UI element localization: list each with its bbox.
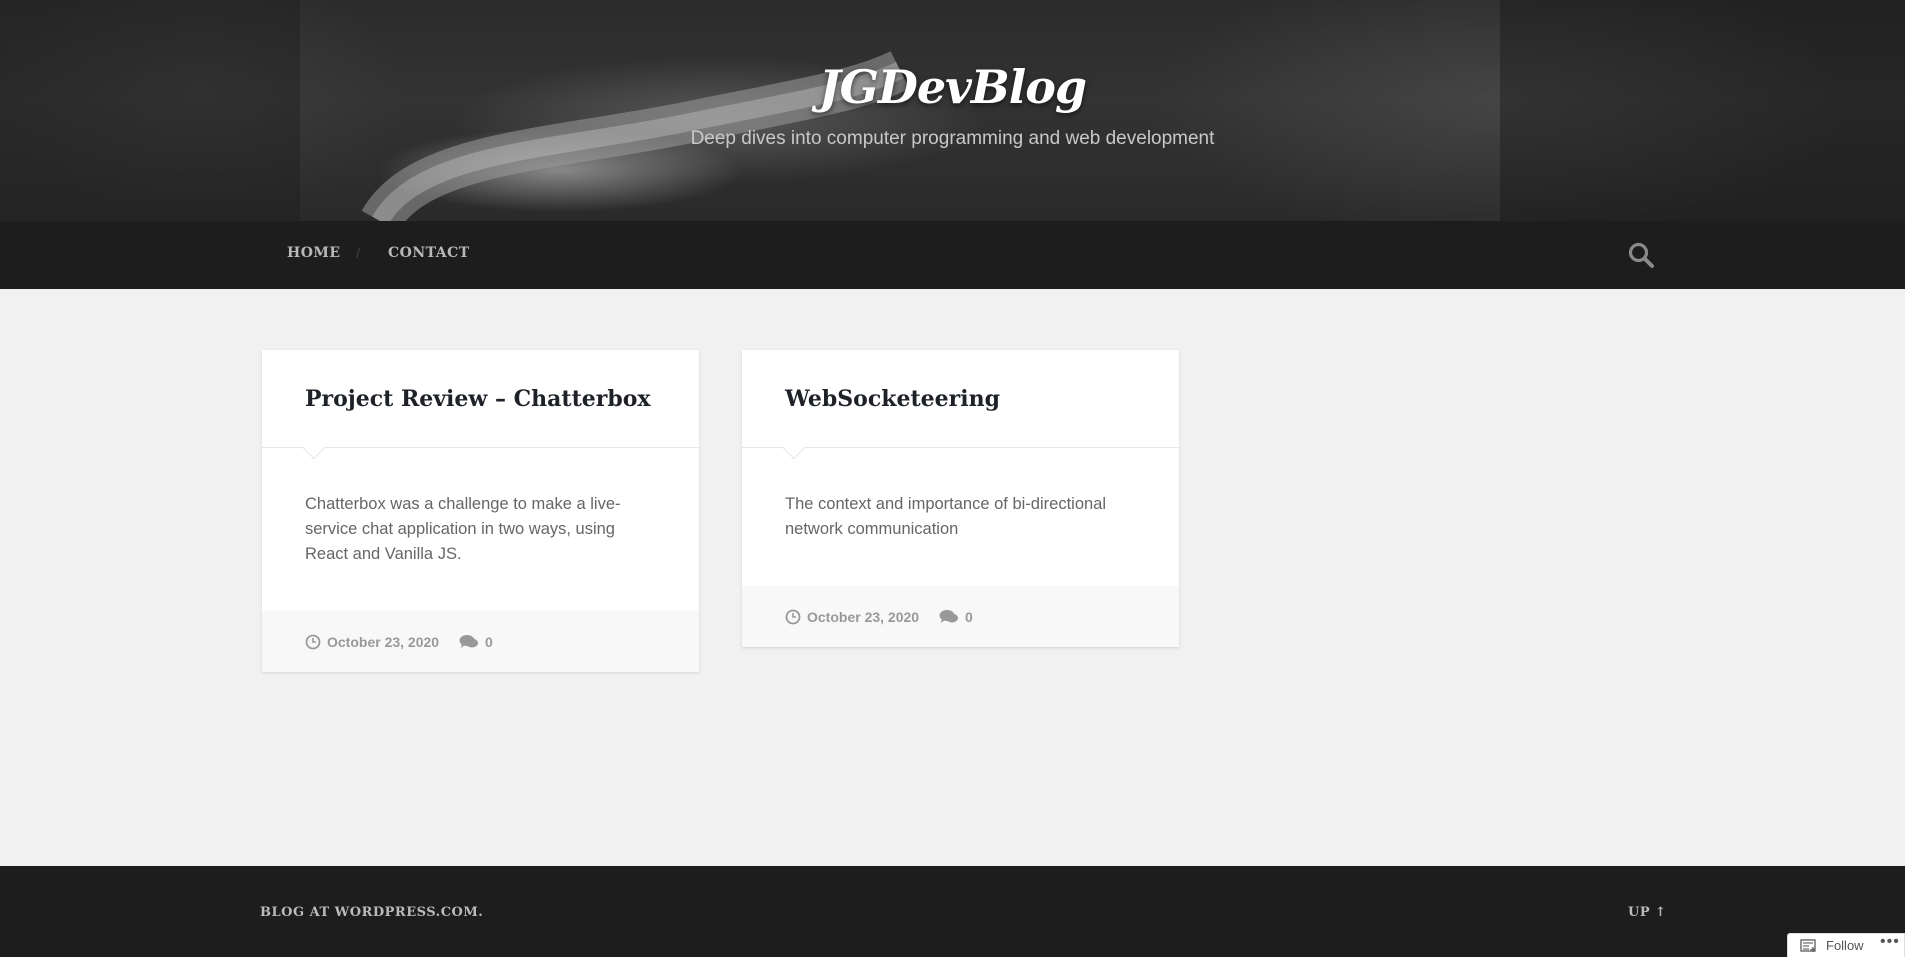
post-title-area: WebSocketeering [742, 350, 1179, 460]
post-date-link[interactable]: October 23, 2020 [305, 634, 439, 650]
nav-item-home[interactable]: HOME [287, 245, 341, 261]
post-comments-link[interactable]: 0 [459, 634, 493, 650]
search-icon [1628, 242, 1654, 268]
post-title[interactable]: WebSocketeering [785, 386, 1179, 412]
post-title-area: Project Review – Chatterbox [262, 350, 699, 460]
reader-icon [1800, 938, 1816, 952]
back-to-top-link[interactable]: UP ↑ [1628, 905, 1667, 920]
site-description: Deep dives into computer programming and… [690, 128, 1215, 149]
comments-icon [939, 610, 958, 623]
follow-label: Follow [1826, 938, 1864, 953]
clock-icon [305, 634, 321, 650]
nav-separator: / [356, 245, 360, 261]
main-navigation: HOME / CONTACT [0, 221, 1905, 289]
site-header: JGDevBlog Deep dives into computer progr… [0, 0, 1905, 221]
post-date: October 23, 2020 [327, 634, 440, 650]
post-meta: October 23, 2020 0 [742, 586, 1179, 647]
post-meta: October 23, 2020 0 [262, 611, 699, 672]
post-card: WebSocketeering The context and importan… [742, 350, 1179, 647]
search-button[interactable] [1627, 241, 1655, 269]
site-title[interactable]: JGDevBlog [0, 60, 1905, 114]
comments-icon [459, 635, 478, 648]
post-excerpt: The context and importance of bi-directi… [785, 495, 1107, 538]
post-excerpt: Chatterbox was a challenge to make a liv… [305, 495, 621, 563]
post-comment-count: 0 [965, 609, 973, 625]
post-date: October 23, 2020 [807, 609, 920, 625]
post-comment-count: 0 [485, 634, 493, 650]
post-date-link[interactable]: October 23, 2020 [785, 609, 919, 625]
site-footer: BLOG AT WORDPRESS.COM. UP ↑ [0, 866, 1905, 957]
post-title[interactable]: Project Review – Chatterbox [305, 386, 699, 412]
post-card: Project Review – Chatterbox Chatterbox w… [262, 350, 699, 672]
nav-item-contact[interactable]: CONTACT [388, 245, 470, 261]
more-actions-icon[interactable]: ••• [1880, 933, 1900, 951]
post-comments-link[interactable]: 0 [939, 609, 973, 625]
footer-credit-link[interactable]: BLOG AT WORDPRESS.COM. [260, 905, 483, 920]
clock-icon [785, 609, 801, 625]
